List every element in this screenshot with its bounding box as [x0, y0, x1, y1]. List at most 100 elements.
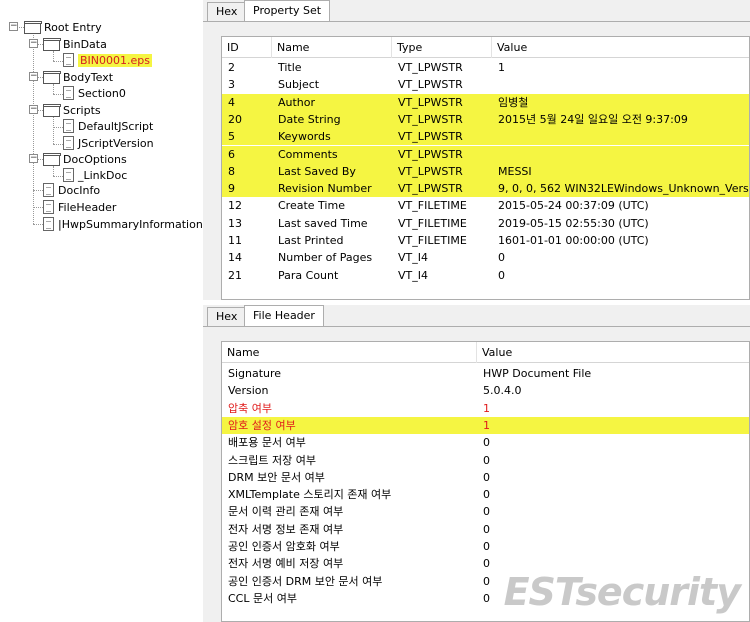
- table-row[interactable]: 20 Date String VT_LPWSTR 2015년 5월 24일 일요일 오…: [222, 110, 749, 129]
- table-row[interactable]: 압축 여부 1: [222, 400, 749, 417]
- cell-id: 8: [228, 164, 235, 178]
- folder-icon: [24, 20, 42, 34]
- table-row[interactable]: 14 Number of Pages VT_I4 0: [222, 249, 749, 266]
- tab-hex[interactable]: Hex: [207, 307, 247, 327]
- cell-name: 공인 인증서 암호화 여부: [228, 540, 340, 553]
- cell-id: 12: [228, 199, 242, 213]
- cell-name: Subject: [278, 78, 320, 92]
- cell-name: Create Time: [278, 199, 345, 213]
- cell-name: Signature: [228, 367, 282, 380]
- table-row[interactable]: XMLTemplate 스토리지 존재 여부 0: [222, 486, 749, 503]
- cell-value: 0: [483, 436, 490, 450]
- table-row[interactable]: 암호 설정 여부 1: [222, 416, 749, 435]
- table-row[interactable]: 배포용 문서 여부 0: [222, 434, 749, 451]
- table-row[interactable]: 전자 서명 정보 존재 여부 0: [222, 521, 749, 538]
- cell-name: 전자 서명 예비 저장 여부: [228, 557, 344, 571]
- cell-type: VT_FILETIME: [398, 216, 467, 230]
- cell-name: 문서 이력 관리 존재 여부: [228, 505, 344, 519]
- table-row[interactable]: 스크립트 저장 여부 0: [222, 452, 749, 469]
- cell-name: Comments: [278, 147, 338, 161]
- cell-value: 1: [498, 61, 505, 74]
- cell-id: 21: [228, 268, 242, 282]
- root-collapse-toggle[interactable]: −: [9, 22, 18, 31]
- property-set-table: ID Name Type Value 2 Title VT_LPWSTR 1 3 Subj…: [221, 36, 750, 300]
- tree-node-scripts[interactable]: Scripts: [43, 102, 101, 118]
- tree-node-bin0001-eps[interactable]: BIN0001.eps: [63, 52, 152, 68]
- tree-node-bindata[interactable]: BinData: [43, 36, 107, 52]
- cell-name: Number of Pages: [278, 251, 373, 265]
- cell-value: 2019-05-15 02:55:30 (UTC): [498, 216, 649, 230]
- cell-value: 0: [483, 574, 490, 588]
- file-icon: [63, 136, 74, 150]
- cell-value: 0: [483, 522, 490, 536]
- tree-node-defaultjscript[interactable]: DefaultJScript: [63, 118, 153, 134]
- cell-type: VT_FILETIME: [398, 199, 467, 213]
- table-row[interactable]: 21 Para Count VT_I4 0: [222, 267, 749, 284]
- tree-node-root[interactable]: Root Entry: [24, 19, 102, 35]
- tree-node-docinfo[interactable]: DocInfo: [43, 182, 100, 198]
- tree-node-linkdoc[interactable]: _LinkDoc: [63, 167, 127, 183]
- tree-node-section0[interactable]: Section0: [63, 85, 126, 101]
- file-icon: [63, 119, 74, 133]
- tab-strip: Hex Property Set: [203, 0, 750, 22]
- column-header-type[interactable]: Type: [392, 37, 492, 58]
- tab-hex[interactable]: Hex: [207, 2, 247, 22]
- cell-name: Version: [228, 384, 269, 398]
- table-row[interactable]: 2 Title VT_LPWSTR 1: [222, 59, 749, 76]
- storage-tree: − Root Entry − BinData BIN0001.eps − Bod…: [0, 0, 203, 622]
- file-icon: [43, 200, 54, 214]
- bodytext-collapse-toggle[interactable]: −: [29, 72, 38, 81]
- tree-node-label: Scripts: [63, 103, 101, 117]
- table-row[interactable]: 공인 인증서 암호화 여부 0: [222, 538, 749, 555]
- tab-file-header[interactable]: File Header: [244, 305, 324, 327]
- column-header-id[interactable]: ID: [222, 37, 272, 58]
- docoptions-collapse-toggle[interactable]: −: [29, 154, 38, 163]
- table-row[interactable]: 11 Last Printed VT_FILETIME 1601-01-01 00:0…: [222, 232, 749, 249]
- table-row[interactable]: 8 Last Saved By VT_LPWSTR MESSI: [222, 162, 749, 181]
- column-header-name[interactable]: Name: [222, 342, 477, 363]
- folder-icon: [43, 152, 61, 166]
- column-header-name[interactable]: Name: [272, 37, 392, 58]
- cell-name: 전자 서명 정보 존재 여부: [228, 522, 344, 536]
- file-icon: [63, 168, 74, 182]
- tree-node-label: Root Entry: [44, 20, 102, 34]
- table-row[interactable]: Signature HWP Document File: [222, 365, 749, 382]
- table-header: Name Value: [222, 342, 749, 363]
- cell-value: 0: [483, 488, 490, 502]
- table-row[interactable]: 6 Comments VT_LPWSTR: [222, 145, 749, 163]
- tree-node-docoptions[interactable]: DocOptions: [43, 151, 127, 167]
- cell-value: 0: [483, 505, 490, 519]
- tree-node-fileheader[interactable]: FileHeader: [43, 199, 116, 215]
- tree-node-bodytext[interactable]: BodyText: [43, 69, 113, 85]
- cell-type: VT_LPWSTR: [398, 182, 463, 196]
- table-row[interactable]: Version 5.0.4.0: [222, 382, 749, 399]
- scripts-collapse-toggle[interactable]: −: [29, 105, 38, 114]
- cell-name: 암호 설정 여부: [228, 418, 296, 432]
- table-row[interactable]: 5 Keywords VT_LPWSTR: [222, 128, 749, 146]
- column-header-value[interactable]: Value: [492, 37, 749, 58]
- cell-id: 20: [228, 112, 242, 126]
- cell-id: 11: [228, 234, 242, 247]
- bindata-collapse-toggle[interactable]: −: [29, 39, 38, 48]
- cell-id: 2: [228, 61, 235, 74]
- table-row[interactable]: 4 Author VT_LPWSTR 임병철: [222, 93, 749, 111]
- tree-node-jscriptversion[interactable]: JScriptVersion: [63, 135, 154, 151]
- table-row[interactable]: 12 Create Time VT_FILETIME 2015-05-24 00:37…: [222, 197, 749, 214]
- file-header-pane: Hex File Header Name Value Signature HWP …: [203, 305, 750, 622]
- tab-property-set[interactable]: Property Set: [244, 0, 331, 22]
- tree-node-label: DefaultJScript: [78, 119, 154, 133]
- tree-node-hwpsummaryinformation[interactable]: |HwpSummaryInformation: [43, 216, 203, 232]
- table-row[interactable]: 13 Last saved Time VT_FILETIME 2019-05-15 0…: [222, 215, 749, 232]
- table-row[interactable]: 9 Revision Number VT_LPWSTR 9, 0, 0, 562 WI…: [222, 180, 749, 198]
- tab-strip: Hex File Header: [203, 305, 750, 327]
- cell-value: MESSI: [498, 164, 532, 178]
- tree-node-label: DocInfo: [58, 183, 101, 197]
- table-row[interactable]: 문서 이력 관리 존재 여부 0: [222, 503, 749, 520]
- table-row[interactable]: DRM 보안 문서 여부 0: [222, 469, 749, 486]
- cell-id: 6: [228, 147, 235, 161]
- file-icon: [43, 217, 54, 231]
- column-header-value[interactable]: Value: [477, 342, 749, 363]
- cell-value: 0: [483, 591, 490, 605]
- cell-id: 3: [228, 78, 235, 92]
- table-row[interactable]: 3 Subject VT_LPWSTR: [222, 76, 749, 93]
